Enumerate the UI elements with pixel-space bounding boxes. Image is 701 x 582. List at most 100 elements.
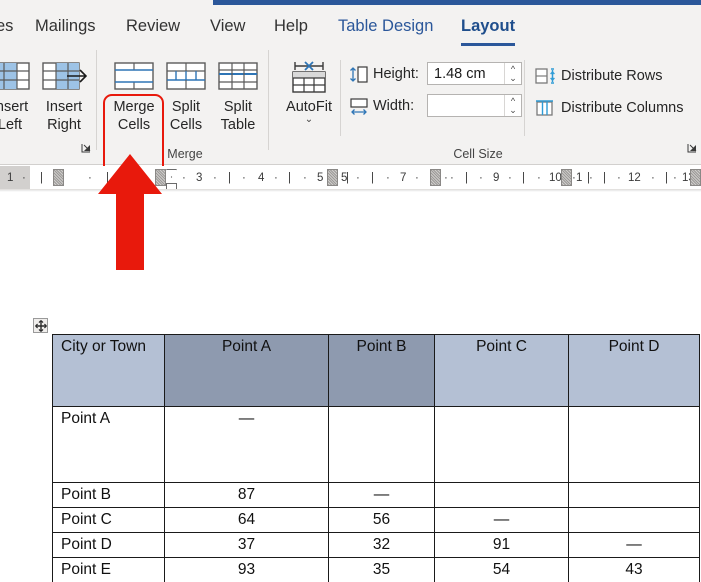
autofit-icon	[287, 56, 331, 96]
split-table-button[interactable]: Split Table	[210, 50, 266, 142]
ribbon-tab-bar: es Mailings Review View Help Table Desig…	[0, 6, 701, 46]
distribute-rows-label: Distribute Rows	[561, 68, 663, 84]
ruler-tick: 5	[317, 172, 324, 184]
table-data-cell[interactable]	[568, 507, 700, 533]
split-cells-button[interactable]: Split Cells	[158, 50, 214, 142]
chevron-down-icon[interactable]: ⌄	[509, 73, 517, 83]
table-header-cell[interactable]: City or Town	[52, 334, 165, 407]
table-data-cell[interactable]	[328, 406, 435, 483]
table-data-cell[interactable]: —	[434, 507, 569, 533]
tab-references[interactable]: es	[0, 12, 17, 42]
ruler-cell-marker[interactable]	[561, 169, 572, 186]
merge-cells-label: Merge Cells	[113, 99, 155, 133]
split-table-label: Split Table	[220, 99, 256, 133]
tab-label: es	[0, 17, 14, 35]
table-move-handle-icon[interactable]	[33, 318, 48, 333]
height-field-row: Height:	[348, 64, 419, 84]
distribute-columns-button[interactable]: Distribute Columns	[534, 95, 684, 121]
table-data-cell[interactable]: 93	[164, 557, 329, 582]
autofit-button[interactable]: AutoFit ⌄	[281, 50, 337, 142]
table-row: Point C 64 56—	[52, 507, 700, 533]
merge-cells-button[interactable]: Merge Cells	[106, 50, 162, 142]
tab-label: Mailings	[35, 17, 96, 35]
table-header-row: City or Town Point A Point B Point C Point D	[52, 334, 700, 407]
ruler-tick: 1	[576, 172, 583, 184]
distribute-rows-button[interactable]: Distribute Rows	[534, 63, 663, 89]
ruler-cell-marker[interactable]	[430, 169, 441, 186]
word-window: es Mailings Review View Help Table Desig…	[0, 0, 701, 582]
table-header-cell[interactable]: Point B	[328, 334, 435, 407]
ruler-tick: 12	[628, 172, 641, 184]
distribute-columns-icon	[534, 98, 556, 118]
cellsize-inner-separator	[340, 60, 341, 136]
distribute-rows-icon	[534, 66, 556, 86]
width-field-row: Width:	[348, 96, 414, 116]
horizontal-ruler[interactable]: 1 · | · | · · 3 · | · 4 · | · 5 · | 5 · …	[0, 166, 701, 190]
height-value[interactable]: 1.48 cm	[428, 66, 504, 82]
table-data-cell[interactable]	[568, 406, 700, 483]
table-data-cell[interactable]: 32	[328, 532, 435, 558]
table-header-cell[interactable]: Point D	[568, 334, 700, 407]
insert-left-icon	[0, 56, 31, 96]
table-row-label-cell[interactable]: Point D	[52, 532, 165, 558]
tab-table-design[interactable]: Table Design	[334, 12, 437, 42]
table-data-cell[interactable]: 87	[164, 482, 329, 508]
height-spin-arrows[interactable]: ^ ⌄	[504, 63, 521, 84]
table-data-cell[interactable]: 64	[164, 507, 329, 533]
ruler-cell-marker[interactable]	[155, 169, 166, 186]
ruler-cell-marker[interactable]	[690, 169, 701, 186]
tab-layout[interactable]: Layout	[457, 12, 519, 46]
ruler-tick: 4	[258, 172, 265, 184]
group-separator	[96, 50, 97, 150]
width-stepper[interactable]: ^ ⌄	[427, 94, 522, 117]
insert-right-label: Insert Right	[45, 99, 83, 133]
table-data-cell[interactable]: —	[328, 482, 435, 508]
tab-label: Layout	[461, 17, 516, 35]
table-row-label-cell[interactable]: Point C	[52, 507, 165, 533]
table-data-cell[interactable]: 43	[568, 557, 700, 582]
table-data-cell[interactable]	[434, 482, 569, 508]
distribute-columns-label: Distribute Columns	[561, 100, 684, 116]
table-row-label-cell[interactable]: Point E	[52, 557, 165, 582]
tab-label: View	[210, 17, 246, 35]
cell-size-dialog-launcher[interactable]	[686, 142, 698, 154]
table-header-cell[interactable]: Point A	[164, 334, 329, 407]
tab-mailings[interactable]: Mailings	[31, 12, 100, 42]
insert-right-button[interactable]: Insert Right	[36, 50, 92, 142]
table-data-cell[interactable]: 54	[434, 557, 569, 582]
ruler-cell-marker[interactable]	[53, 169, 64, 186]
ruler-tick: 9	[493, 172, 500, 184]
table-row-label-cell[interactable]: Point A	[52, 406, 165, 483]
document-table[interactable]: City or Town Point A Point B Point C Point D…	[52, 334, 700, 582]
insert-left-button[interactable]: Insert Left	[0, 50, 38, 142]
first-line-indent-marker[interactable]	[166, 169, 177, 177]
left-indent-marker[interactable]	[166, 183, 177, 189]
height-stepper[interactable]: 1.48 cm ^ ⌄	[427, 62, 522, 85]
rows-columns-dialog-launcher[interactable]	[80, 142, 92, 154]
table-data-cell[interactable]: —	[164, 406, 329, 483]
table-data-cell[interactable]: 35	[328, 557, 435, 582]
ruler-cell-marker[interactable]	[327, 169, 338, 186]
insert-left-label: Insert Left	[0, 99, 29, 133]
table-data-cell[interactable]: 37	[164, 532, 329, 558]
ribbon: Insert Left Insert Right	[0, 46, 701, 190]
autofit-caret-icon[interactable]: ⌄	[305, 115, 313, 125]
tab-help[interactable]: Help	[270, 12, 312, 42]
ruler-tick: 1	[7, 172, 14, 184]
merge-group-label: Merge	[167, 147, 203, 161]
group-separator-2	[268, 50, 269, 150]
chevron-down-icon[interactable]: ⌄	[509, 105, 517, 115]
tab-view[interactable]: View	[206, 12, 249, 42]
table-row: Point E 93 35 54 43	[52, 557, 700, 582]
tab-review[interactable]: Review	[122, 12, 184, 42]
table-row: Point A —	[52, 406, 700, 483]
table-data-cell[interactable]: —	[568, 532, 700, 558]
row-height-icon	[348, 64, 370, 84]
table-data-cell[interactable]	[568, 482, 700, 508]
table-data-cell[interactable]: 56	[328, 507, 435, 533]
table-header-cell[interactable]: Point C	[434, 334, 569, 407]
width-spin-arrows[interactable]: ^ ⌄	[504, 95, 521, 116]
table-data-cell[interactable]: 91	[434, 532, 569, 558]
table-data-cell[interactable]	[434, 406, 569, 483]
table-row-label-cell[interactable]: Point B	[52, 482, 165, 508]
